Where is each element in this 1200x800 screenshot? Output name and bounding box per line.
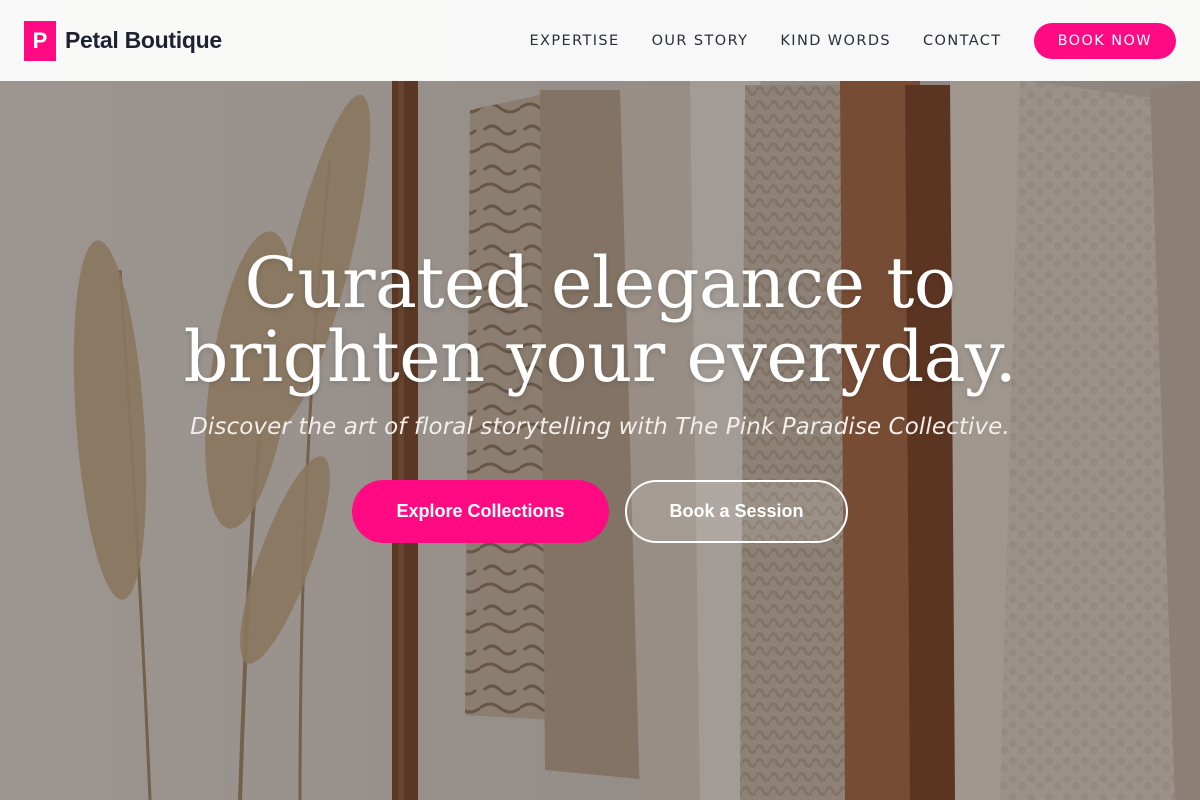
- book-now-button[interactable]: BOOK NOW: [1033, 22, 1176, 59]
- explore-collections-button[interactable]: Explore Collections: [352, 480, 609, 543]
- main-nav: EXPERTISE OUR STORY KIND WORDS CONTACT B…: [529, 22, 1176, 59]
- nav-link-contact[interactable]: CONTACT: [923, 33, 1002, 49]
- hero-subheadline: Discover the art of floral storytelling …: [190, 414, 1010, 440]
- hero-cta-row: Explore Collections Book a Session: [0, 480, 1200, 543]
- site-header: P Petal Boutique EXPERTISE OUR STORY KIN…: [0, 0, 1200, 81]
- nav-link-our-story[interactable]: OUR STORY: [652, 33, 749, 49]
- hero-section: Curated elegance to brighten your everyd…: [0, 246, 1200, 543]
- nav-link-expertise[interactable]: EXPERTISE: [529, 33, 619, 49]
- nav-link-kind-words[interactable]: KIND WORDS: [780, 33, 891, 49]
- hero-headline-line-1: Curated elegance to: [244, 242, 956, 324]
- brand-mark-icon: P: [24, 20, 56, 61]
- hero-headline: Curated elegance to brighten your everyd…: [0, 246, 1200, 394]
- book-session-button[interactable]: Book a Session: [625, 480, 848, 543]
- hero-headline-line-2: brighten your everyday.: [183, 316, 1017, 398]
- brand-logo-link[interactable]: P Petal Boutique: [24, 20, 222, 61]
- brand-name: Petal Boutique: [65, 27, 222, 53]
